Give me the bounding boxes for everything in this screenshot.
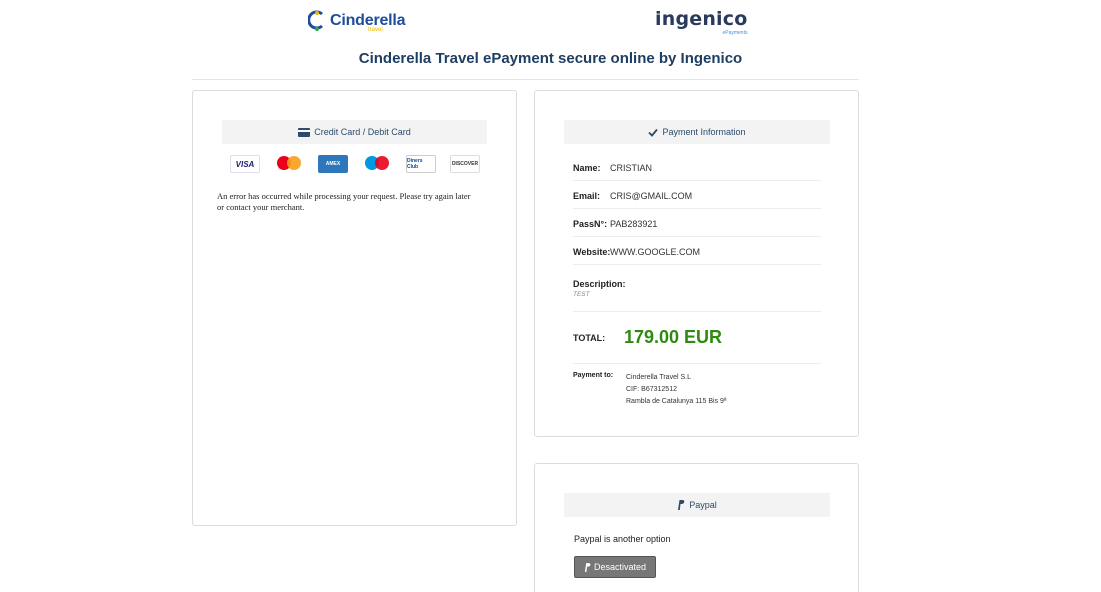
pass-value: PAB283921 — [610, 218, 658, 229]
name-row: Name: CRISTIAN — [573, 153, 821, 181]
paypal-description: Paypal is another option — [574, 534, 671, 544]
payment-info-heading: Payment Information — [564, 120, 830, 144]
website-label: Website: — [573, 246, 611, 257]
payment-info-rows: Name: CRISTIAN Email: CRIS@GMAIL.COM Pas… — [573, 153, 821, 408]
card-panel-heading: Credit Card / Debit Card — [222, 120, 487, 144]
header-divider — [192, 79, 859, 80]
description-row: Description: TEST — [573, 265, 821, 312]
merchant-address: Rambla de Catalunya 115 Bis 9ª — [626, 398, 727, 405]
payment-to-label: Payment to: — [573, 372, 614, 379]
card-brand-list: VISA AMEX Diners Club DISCOVER — [230, 155, 480, 173]
payment-info-heading-text: Payment Information — [662, 127, 746, 137]
page-title: Cinderella Travel ePayment secure online… — [358, 50, 743, 67]
email-value: CRIS@GMAIL.COM — [610, 190, 693, 201]
ingenico-logo-text: ingenico — [655, 8, 748, 30]
ingenico-logo: ingenico ePayments — [655, 8, 748, 36]
merchant-cif: CIF: B67312512 — [626, 386, 677, 393]
visa-logo[interactable]: VISA — [230, 155, 260, 173]
paypal-icon — [584, 562, 591, 572]
paypal-panel: Paypal Paypal is another option Desactiv… — [534, 463, 859, 592]
ingenico-logo-sub: ePayments — [722, 30, 748, 36]
paypal-icon — [678, 500, 685, 510]
payment-information-panel: Payment Information Name: CRISTIAN Email… — [534, 90, 859, 437]
description-value: TEST — [573, 290, 590, 298]
website-value: WWW.GOOGLE.COM — [610, 246, 700, 257]
total-amount: 179.00 EUR — [624, 327, 723, 347]
merchant-name: Cinderella Travel S.L — [626, 374, 691, 381]
paypal-heading-text: Paypal — [689, 500, 717, 510]
card-payment-panel: Credit Card / Debit Card VISA AMEX Diner… — [192, 90, 517, 526]
email-label: Email: — [573, 190, 601, 201]
pass-label: PassN°: — [573, 218, 608, 229]
paypal-button-label: Desactivated — [593, 562, 647, 572]
error-message: An error has occurred while processing y… — [217, 191, 471, 212]
cinderella-logo-sub: travel — [368, 27, 383, 33]
cinderella-logo: Cinderella travel — [308, 8, 406, 34]
description-label: Description: — [573, 278, 626, 289]
pass-row: PassN°: PAB283921 — [573, 209, 821, 237]
card-panel-heading-text: Credit Card / Debit Card — [314, 127, 411, 137]
email-row: Email: CRIS@GMAIL.COM — [573, 181, 821, 209]
name-label: Name: — [573, 162, 601, 173]
amex-logo[interactable]: AMEX — [318, 155, 348, 173]
website-row: Website: WWW.GOOGLE.COM — [573, 237, 821, 265]
discover-logo[interactable]: DISCOVER — [450, 155, 480, 173]
payment-to-details: Cinderella Travel S.L CIF: B67312512 Ram… — [626, 372, 727, 408]
maestro-logo[interactable] — [362, 155, 392, 173]
credit-card-icon — [298, 127, 311, 137]
paypal-deactivated-button[interactable]: Desactivated — [574, 556, 656, 578]
total-label: TOTAL: — [573, 332, 606, 343]
diners-club-logo[interactable]: Diners Club — [406, 155, 436, 173]
name-value: CRISTIAN — [610, 162, 653, 173]
payment-to: Payment to: Cinderella Travel S.L CIF: B… — [573, 372, 821, 408]
paypal-heading: Paypal — [564, 493, 830, 517]
mastercard-logo[interactable] — [274, 155, 304, 173]
checkmark-icon — [648, 128, 659, 137]
page-header: Cinderella travel ingenico ePayments Cin… — [0, 0, 1101, 80]
cinderella-logo-icon — [308, 10, 323, 31]
total-row: TOTAL: 179.00 EUR — [573, 312, 821, 364]
